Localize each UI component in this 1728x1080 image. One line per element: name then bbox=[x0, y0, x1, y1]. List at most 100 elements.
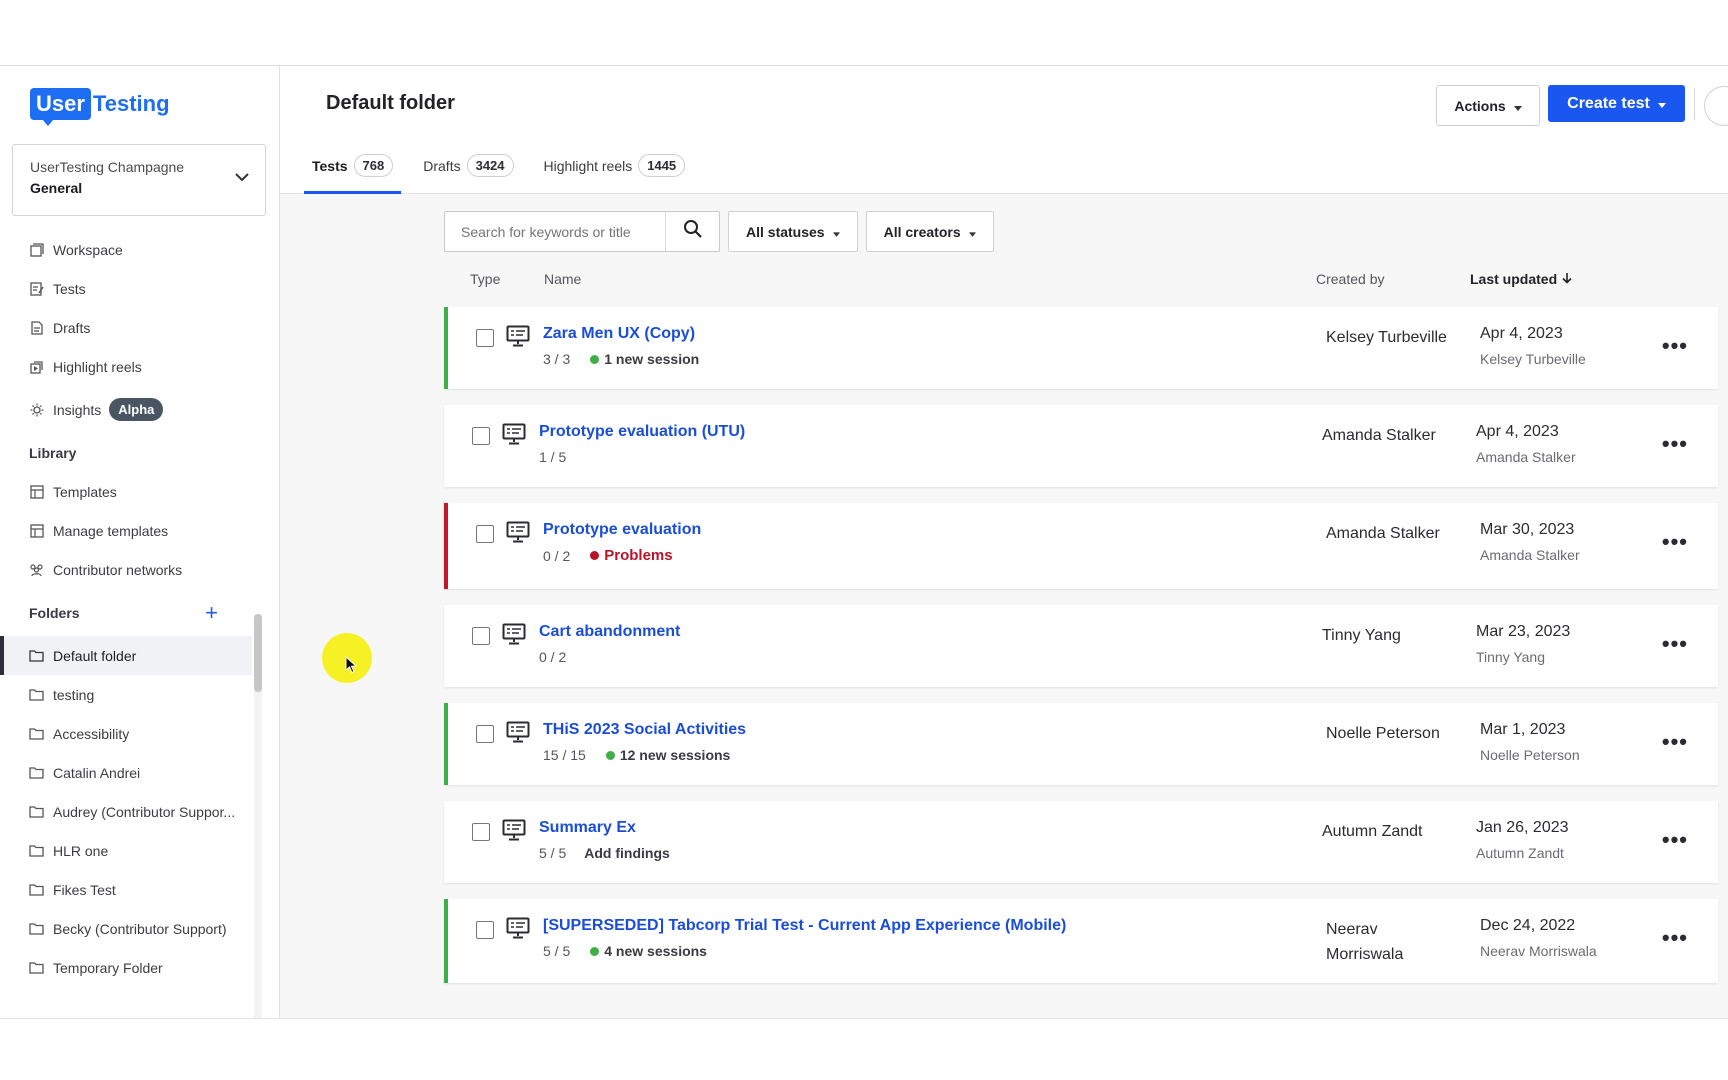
tab-tests[interactable]: Tests 768 bbox=[304, 150, 402, 194]
folder-item[interactable]: Fikes Test bbox=[0, 870, 280, 909]
last-updated-by: Amanda Stalker bbox=[1480, 547, 1580, 563]
account-workspace: General bbox=[30, 180, 83, 196]
actions-button[interactable]: Actions bbox=[1436, 85, 1540, 126]
table-row[interactable]: Zara Men UX (Copy) 3 / 3 1 new session Kels… bbox=[444, 307, 1718, 389]
row-checkbox[interactable] bbox=[472, 627, 490, 645]
status-text[interactable]: Add findings bbox=[584, 845, 670, 861]
row-checkbox[interactable] bbox=[472, 823, 490, 841]
sidebar-item-label: Contributor networks bbox=[53, 561, 183, 578]
row-checkbox[interactable] bbox=[476, 525, 494, 543]
folder-label: Default folder bbox=[53, 647, 137, 664]
test-name-link[interactable]: Prototype evaluation bbox=[543, 521, 701, 539]
sidebar-item-label: Templates bbox=[53, 483, 117, 500]
table-row[interactable]: Cart abandonment 0 / 2 Tinny Yang Mar 23, 2… bbox=[444, 605, 1718, 687]
tab-label: Tests bbox=[312, 158, 348, 174]
logo-text: Testing bbox=[92, 91, 170, 116]
caret-down-icon bbox=[832, 224, 840, 240]
sidebar-item-label: Insights bbox=[53, 401, 102, 418]
last-updated-by: Amanda Stalker bbox=[1476, 449, 1576, 465]
sidebar-item-label: Tests bbox=[53, 280, 86, 297]
tab-label: Highlight reels bbox=[543, 158, 633, 174]
folder-icon bbox=[29, 726, 44, 741]
add-folder-button[interactable]: + bbox=[205, 600, 218, 626]
test-name-link[interactable]: Cart abandonment bbox=[539, 623, 680, 641]
search-circle-button[interactable] bbox=[1704, 86, 1728, 126]
test-name-link[interactable]: THiS 2023 Social Activities bbox=[543, 721, 746, 739]
sidebar-item-contributor-networks[interactable]: Contributor networks bbox=[0, 550, 280, 589]
test-list: Zara Men UX (Copy) 3 / 3 1 new session Kels… bbox=[444, 307, 1718, 999]
row-checkbox[interactable] bbox=[476, 725, 494, 743]
account-org: UserTesting Champagne bbox=[30, 159, 185, 175]
folders-label: Folders bbox=[29, 604, 80, 621]
more-options-icon[interactable]: ••• bbox=[1662, 631, 1688, 657]
tab-count: 3424 bbox=[466, 154, 514, 177]
status-dot bbox=[590, 946, 600, 956]
table-row[interactable]: Prototype evaluation 0 / 2 Problems Amanda … bbox=[444, 503, 1718, 589]
tab-highlight-reels[interactable]: Highlight reels 1445 bbox=[536, 150, 694, 194]
sidebar-item-templates[interactable]: Templates bbox=[0, 472, 280, 511]
test-type-icon bbox=[506, 917, 530, 944]
tab-drafts[interactable]: Drafts 3424 bbox=[415, 150, 521, 194]
status-text: Problems bbox=[604, 547, 673, 564]
arrow-down-icon bbox=[1562, 271, 1572, 287]
more-options-icon[interactable]: ••• bbox=[1662, 827, 1688, 853]
usertesting-logo[interactable]: User Testing bbox=[30, 88, 170, 126]
row-checkbox[interactable] bbox=[476, 921, 494, 939]
table-row[interactable]: THiS 2023 Social Activities 15 / 15 12 new… bbox=[444, 703, 1718, 785]
created-by: Amanda Stalker bbox=[1326, 525, 1440, 542]
test-subline: 0 / 2 Problems bbox=[543, 547, 673, 564]
folder-item[interactable]: Accessibility bbox=[0, 714, 280, 753]
test-subline: 1 / 5 bbox=[539, 449, 566, 465]
table-row[interactable]: [SUPERSEDED] Tabcorp Trial Test - Curren… bbox=[444, 899, 1718, 983]
row-checkbox[interactable] bbox=[476, 329, 494, 347]
more-options-icon[interactable]: ••• bbox=[1662, 431, 1688, 457]
creator-filter-dropdown[interactable]: All creators bbox=[865, 211, 994, 252]
folder-item[interactable]: Audrey (Contributor Suppor... bbox=[0, 792, 280, 831]
folder-item[interactable]: Catalin Andrei bbox=[0, 753, 280, 792]
search-button[interactable] bbox=[665, 212, 719, 251]
account-switcher[interactable]: UserTesting Champagne General bbox=[12, 144, 266, 216]
sidebar-item-label: Workspace bbox=[53, 241, 123, 258]
sidebar-item-manage-templates[interactable]: Manage templates bbox=[0, 511, 280, 550]
sidebar-item-insights[interactable]: Insights Alpha bbox=[0, 386, 280, 433]
status-text: 4 new sessions bbox=[604, 943, 707, 959]
status-text: 1 new session bbox=[604, 351, 700, 367]
row-checkbox[interactable] bbox=[472, 427, 490, 445]
sidebar-item-drafts[interactable]: Drafts bbox=[0, 308, 280, 347]
test-subline: 3 / 3 1 new session bbox=[543, 351, 699, 367]
more-options-icon[interactable]: ••• bbox=[1662, 925, 1688, 951]
test-subline: 5 / 5 4 new sessions bbox=[543, 943, 707, 959]
test-name-link[interactable]: Prototype evaluation (UTU) bbox=[539, 423, 745, 441]
folder-item[interactable]: Temporary Folder bbox=[0, 948, 280, 987]
drafts-icon bbox=[29, 320, 44, 335]
more-options-icon[interactable]: ••• bbox=[1662, 729, 1688, 755]
sidebar-item-highlight-reels[interactable]: Highlight reels bbox=[0, 347, 280, 386]
column-header-type[interactable]: Type bbox=[470, 271, 500, 287]
last-updated-date: Mar 23, 2023 bbox=[1476, 623, 1571, 640]
folder-item[interactable]: Default folder bbox=[0, 636, 252, 675]
caret-down-icon bbox=[1513, 98, 1522, 114]
status-dot bbox=[590, 354, 600, 364]
column-header-last-updated[interactable]: Last updated bbox=[1470, 271, 1572, 287]
test-name-link[interactable]: [SUPERSEDED] Tabcorp Trial Test - Curren… bbox=[543, 917, 1066, 935]
tab-label: Drafts bbox=[423, 158, 461, 174]
app-shell: User Testing UserTesting Champagne Gener… bbox=[0, 66, 1728, 1018]
column-header-name[interactable]: Name bbox=[544, 271, 581, 287]
chevron-down-icon bbox=[235, 169, 249, 187]
search-input[interactable] bbox=[445, 223, 665, 240]
test-name-link[interactable]: Zara Men UX (Copy) bbox=[543, 325, 695, 343]
sidebar-item-tests[interactable]: Tests bbox=[0, 269, 280, 308]
status-filter-dropdown[interactable]: All statuses bbox=[728, 211, 858, 252]
table-row[interactable]: Prototype evaluation (UTU) 1 / 5 Amanda St… bbox=[444, 405, 1718, 487]
column-header-created-by[interactable]: Created by bbox=[1316, 271, 1384, 287]
more-options-icon[interactable]: ••• bbox=[1662, 333, 1688, 359]
sidebar-item-workspace[interactable]: Workspace bbox=[0, 230, 280, 269]
test-name-link[interactable]: Summary Ex bbox=[539, 819, 636, 837]
folder-item[interactable]: HLR one bbox=[0, 831, 280, 870]
table-row[interactable]: Summary Ex 5 / 5 Add findings Autumn Zandt J… bbox=[444, 801, 1718, 883]
more-options-icon[interactable]: ••• bbox=[1662, 529, 1688, 555]
create-test-button[interactable]: Create test bbox=[1548, 85, 1685, 122]
folder-item[interactable]: Becky (Contributor Support) bbox=[0, 909, 280, 948]
folders-scrollbar-thumb[interactable] bbox=[254, 614, 262, 692]
folder-item[interactable]: testing bbox=[0, 675, 280, 714]
